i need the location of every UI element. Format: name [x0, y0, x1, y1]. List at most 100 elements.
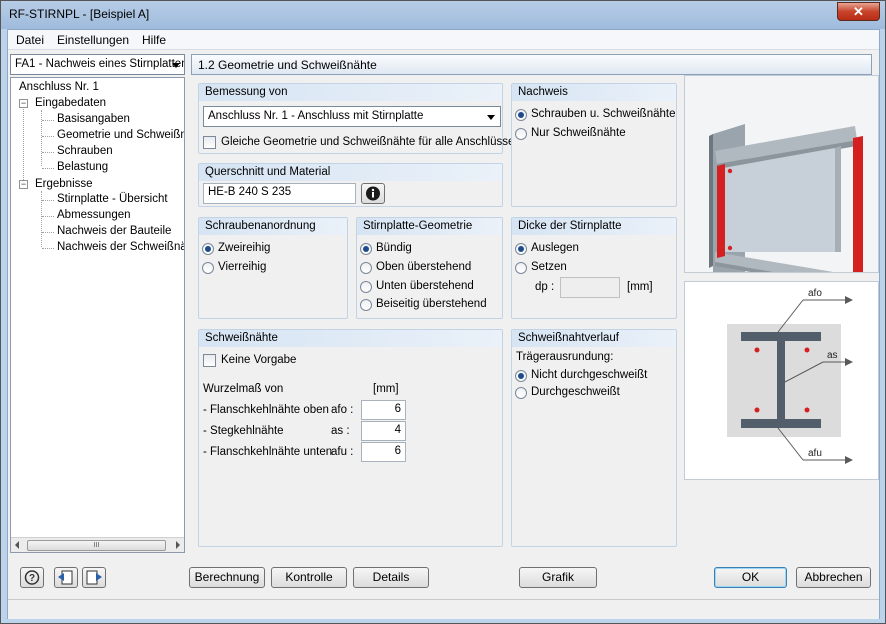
nachweis-radio-0[interactable] — [515, 109, 527, 121]
same-geometry-checkbox[interactable] — [203, 136, 216, 149]
scroll-right-icon[interactable] — [176, 541, 180, 549]
dicke-option-label: Auslegen — [531, 242, 579, 254]
schrauben-radio-1[interactable] — [202, 262, 214, 274]
querschnitt-field[interactable]: HE-B 240 S 235 — [203, 183, 356, 204]
group-bemessung: Bemessung von Anschluss Nr. 1 - Anschlus… — [198, 83, 514, 154]
group-title: Stirnplatte-Geometrie — [357, 218, 502, 235]
status-bar — [8, 599, 879, 619]
collapse-icon[interactable]: − — [19, 99, 28, 108]
menu-hilfe[interactable]: Hilfe — [142, 33, 166, 47]
chevron-down-icon — [172, 63, 180, 68]
navigator-tree: Anschluss Nr. 1 − Eingabedaten Basisanga… — [10, 77, 185, 553]
kontrolle-button[interactable]: Kontrolle — [271, 567, 347, 588]
tree-results-group[interactable]: Ergebnisse — [35, 178, 93, 190]
bemessung-select-value: Anschluss Nr. 1 - Anschluss mit Stirnpla… — [208, 110, 424, 122]
berechnung-button[interactable]: Berechnung — [189, 567, 265, 588]
group-title: Nachweis — [512, 84, 676, 101]
chevron-down-icon — [487, 115, 495, 120]
verlauf-option-label: Durchgeschweißt — [531, 386, 620, 398]
nachweis-option-label: Nur Schweißnähte — [531, 127, 626, 139]
bemessung-select[interactable]: Anschluss Nr. 1 - Anschluss mit Stirnpla… — [203, 106, 501, 127]
weld-row-label: - Stegkehlnähte — [203, 425, 284, 437]
case-select[interactable]: FA1 - Nachweis eines Stirnplattenstoßes — [10, 54, 185, 75]
info-button[interactable] — [361, 183, 385, 204]
stirnplatte-option-label: Beiseitig überstehend — [376, 298, 487, 310]
ok-button[interactable]: OK — [714, 567, 787, 588]
group-schraubenanordnung: Schraubenanordnung Zweireihig Vierreihig — [198, 217, 348, 319]
afo-input[interactable]: 6 — [361, 400, 406, 420]
group-nachweis: Nachweis Schrauben u. Schweißnähte Nur S… — [511, 83, 677, 207]
group-stirnplatte: Stirnplatte-Geometrie Bündig Oben überst… — [356, 217, 503, 319]
menu-bar: Datei Einstellungen Hilfe — [8, 30, 879, 50]
weld-row-symbol: afu : — [331, 446, 354, 458]
tree-item-basisangaben[interactable]: Basisangaben — [57, 113, 130, 125]
stirnplatte-radio-3[interactable] — [360, 299, 372, 311]
details-button[interactable]: Details — [353, 567, 429, 588]
as-input[interactable]: 4 — [361, 421, 406, 441]
dp-unit: [mm] — [627, 281, 653, 293]
group-schweissnaehte: Schweißnähte Keine Vorgabe Wurzelmaß von… — [198, 329, 503, 547]
afu-input[interactable]: 6 — [361, 442, 406, 462]
scroll-thumb[interactable]: III — [27, 540, 166, 551]
nachweis-radio-1[interactable] — [515, 128, 527, 140]
end-plate-3d-illustration — [685, 76, 878, 296]
scroll-left-icon[interactable] — [15, 541, 19, 549]
group-querschnitt: Querschnitt und Material HE-B 240 S 235 — [198, 163, 503, 207]
dp-input[interactable] — [560, 277, 620, 298]
group-title: Schraubenanordnung — [199, 218, 347, 235]
schrauben-radio-0[interactable] — [202, 243, 214, 255]
tree-item-geometrie[interactable]: Geometrie und Schweißnähte — [57, 129, 184, 141]
tree-root[interactable]: Anschluss Nr. 1 — [19, 81, 99, 93]
tree-line — [23, 102, 24, 184]
stirnplatte-radio-1[interactable] — [360, 262, 372, 274]
menu-einstellungen[interactable]: Einstellungen — [57, 33, 129, 47]
tree-input-group[interactable]: Eingabedaten — [35, 97, 106, 109]
import-button[interactable] — [54, 567, 78, 588]
nachweis-option-label: Schrauben u. Schweißnähte — [531, 108, 676, 120]
case-select-value: FA1 - Nachweis eines Stirnplattenstoßes — [15, 58, 184, 70]
abbrechen-button[interactable]: Abbrechen — [796, 567, 871, 588]
stirnplatte-radio-2[interactable] — [360, 281, 372, 293]
same-geometry-label: Gleiche Geometrie und Schweißnähte für a… — [221, 136, 515, 148]
weld-diagram-image: afo as afu — [684, 281, 879, 480]
client-area: Datei Einstellungen Hilfe FA1 - Nachweis… — [7, 29, 880, 619]
dicke-radio-1[interactable] — [515, 262, 527, 274]
export-button[interactable] — [82, 567, 106, 588]
tree-item-uebersicht[interactable]: Stirnplatte - Übersicht — [57, 193, 168, 205]
help-icon: ? — [24, 570, 40, 585]
tree-item-bauteile[interactable]: Nachweis der Bauteile — [57, 225, 171, 237]
weld-row-label: - Flanschkehlnähte oben — [203, 404, 329, 416]
menu-datei[interactable]: Datei — [16, 33, 44, 47]
title-bar: RF-STIRNPL - [Beispiel A] ✕ — [1, 1, 885, 29]
stirnplatte-radio-0[interactable] — [360, 243, 372, 255]
tree-horizontal-scrollbar[interactable]: III — [11, 537, 184, 552]
svg-text:?: ? — [29, 573, 35, 584]
close-button[interactable]: ✕ — [837, 2, 880, 21]
export-icon — [86, 570, 102, 585]
grafik-button[interactable]: Grafik — [519, 567, 597, 588]
dicke-radio-0[interactable] — [515, 243, 527, 255]
afo-diagram-label: afo — [808, 288, 822, 299]
tree-item-abmessungen[interactable]: Abmessungen — [57, 209, 131, 221]
help-button[interactable]: ? — [20, 567, 44, 588]
collapse-icon[interactable]: − — [19, 180, 28, 189]
dp-label: dp : — [535, 281, 555, 293]
verlauf-sublabel: Trägerausrundung: — [516, 351, 614, 363]
afu-diagram-label: afu — [808, 448, 822, 459]
window-title: RF-STIRNPL - [Beispiel A] — [9, 7, 150, 21]
schrauben-option-label: Vierreihig — [218, 261, 267, 273]
weld-row-symbol: afo : — [331, 404, 354, 416]
group-verlauf: Schweißnahtverlauf Trägerausrundung: Nic… — [511, 329, 677, 547]
import-icon — [58, 570, 73, 585]
verlauf-radio-1[interactable] — [515, 387, 527, 399]
schrauben-option-label: Zweireihig — [218, 242, 271, 254]
weld-row-label: - Flanschkehlnähte unten — [203, 446, 333, 458]
dicke-option-label: Setzen — [531, 261, 567, 273]
tree-item-belastung[interactable]: Belastung — [57, 161, 108, 173]
tree-item-schweissnaehte[interactable]: Nachweis der Schweißnähte — [57, 241, 184, 253]
keine-vorgabe-checkbox[interactable] — [203, 354, 216, 367]
as-diagram-label: as — [827, 350, 838, 361]
tree-item-schrauben[interactable]: Schrauben — [57, 145, 113, 157]
group-title: Schweißnähte — [199, 330, 502, 347]
verlauf-radio-0[interactable] — [515, 370, 527, 382]
